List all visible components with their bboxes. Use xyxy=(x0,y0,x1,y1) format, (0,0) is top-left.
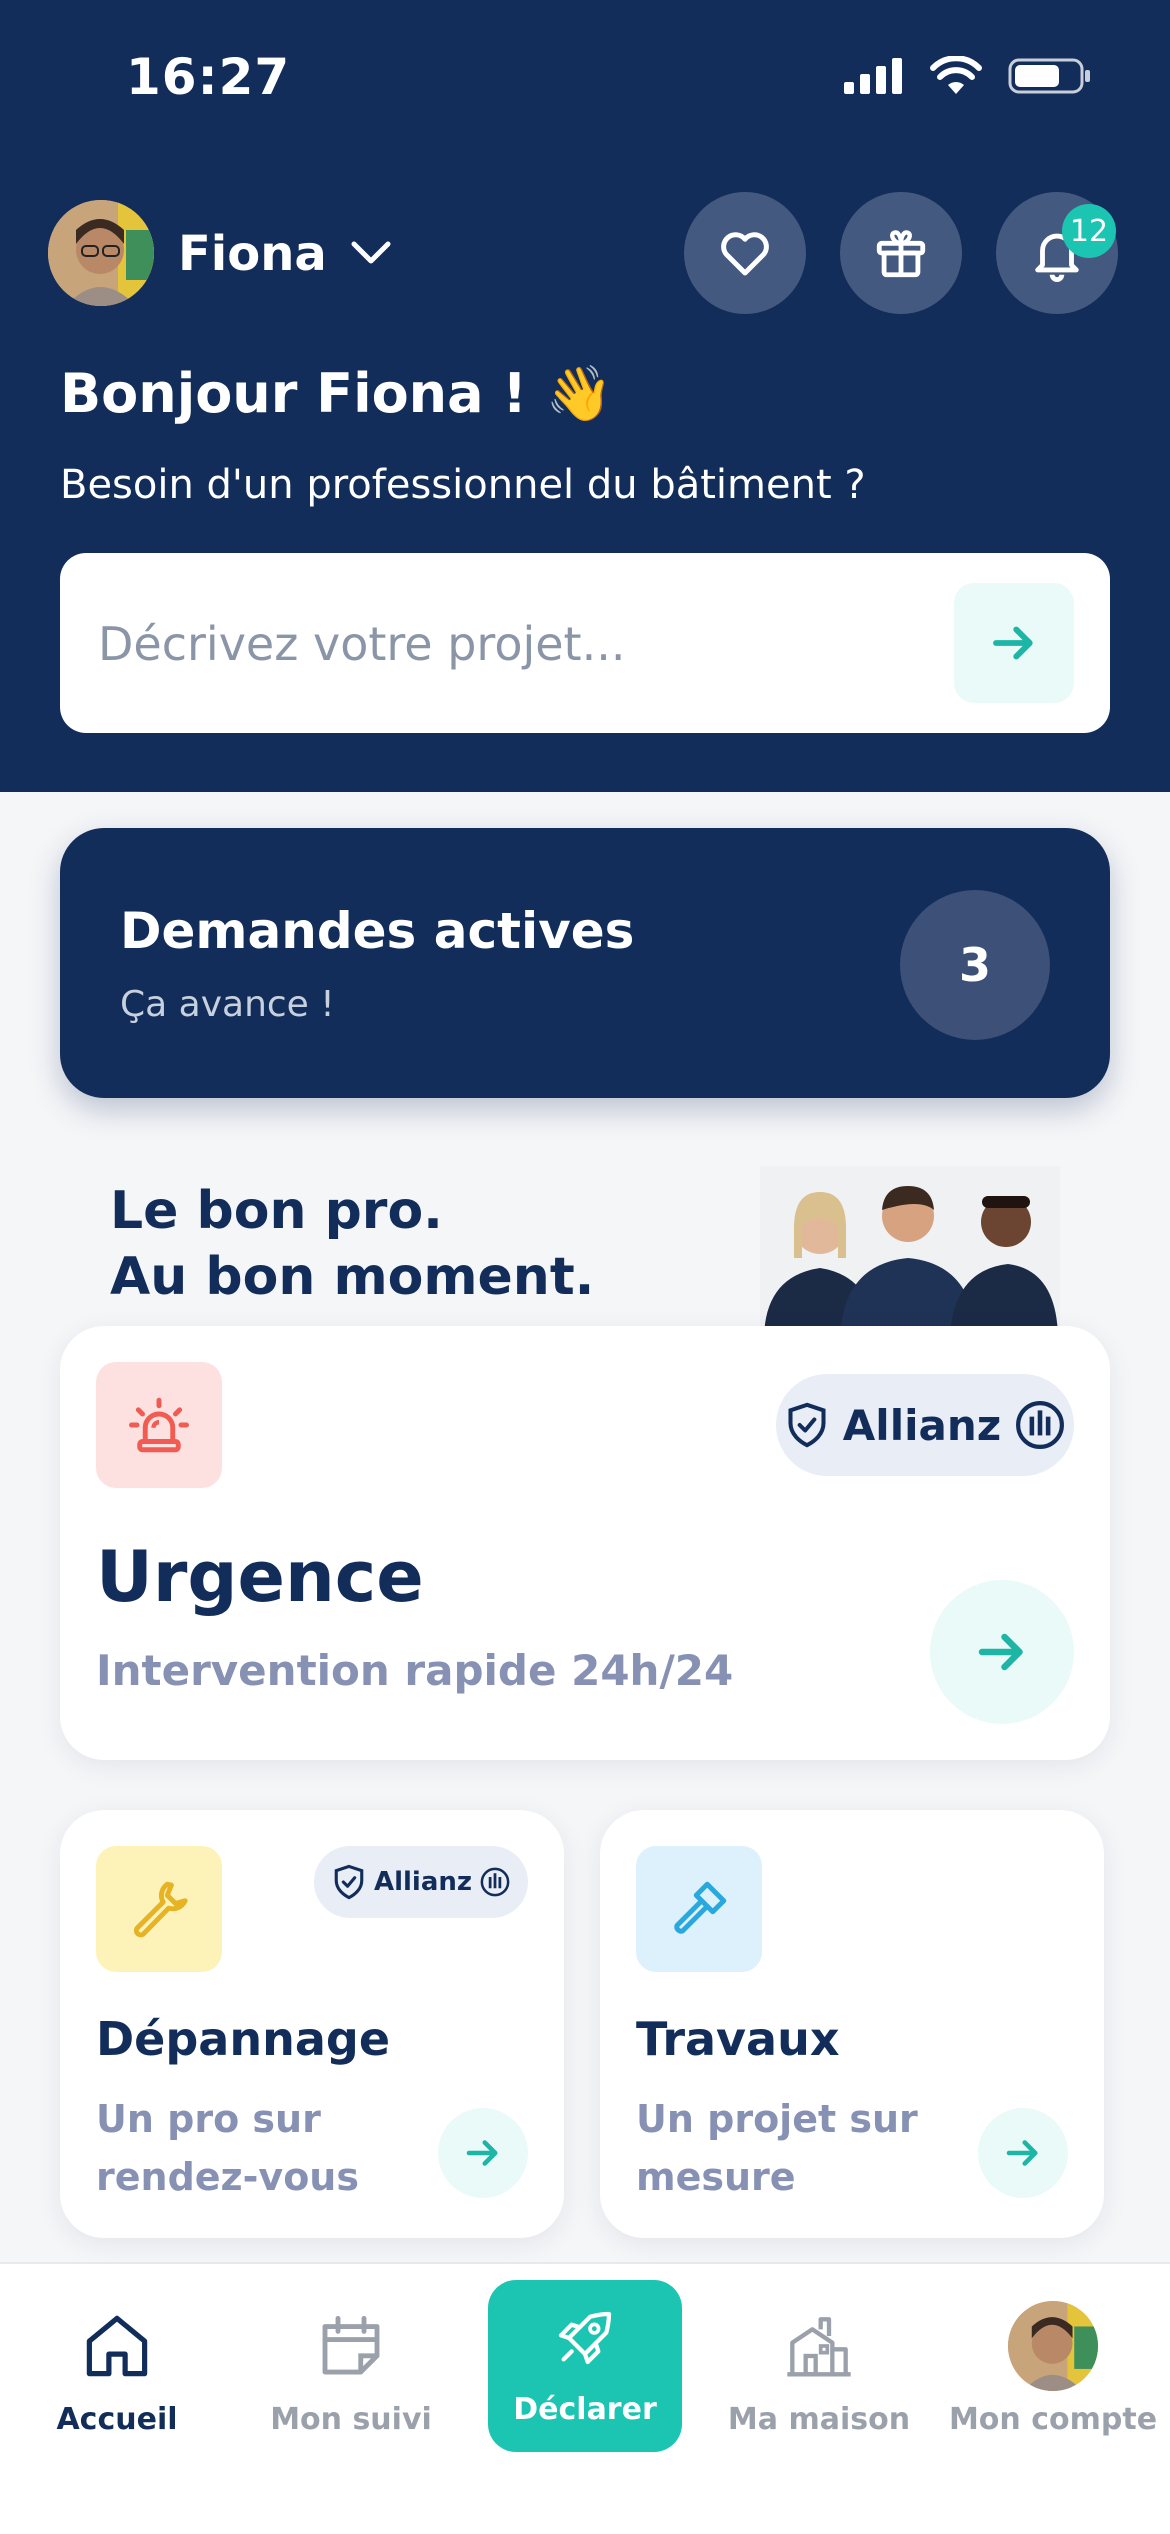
active-requests-card[interactable]: Demandes actives Ça avance ! 3 xyxy=(60,828,1110,1098)
tab-ma-maison[interactable]: Ma maison xyxy=(702,2264,936,2534)
project-search-box xyxy=(60,553,1110,735)
greeting-title: Bonjour Fiona ! 👋 xyxy=(60,362,614,425)
depannage-title: Dépannage xyxy=(96,2012,391,2066)
account-avatar xyxy=(1008,2301,1098,2391)
declare-button[interactable]: Déclarer xyxy=(488,2280,682,2452)
heart-icon xyxy=(721,232,769,276)
allianz-badge-small: Allianz xyxy=(314,1846,528,1918)
travaux-subtitle-line-2: mesure xyxy=(636,2155,796,2199)
travaux-title: Travaux xyxy=(636,2012,840,2066)
search-submit-button[interactable] xyxy=(954,583,1074,703)
urgence-subtitle: Intervention rapide 24h/24 xyxy=(96,1646,734,1695)
promo-line-1: Le bon pro. xyxy=(110,1181,443,1241)
depannage-arrow-button[interactable] xyxy=(438,2108,528,2198)
tab-compte-icon-wrap xyxy=(936,2296,1170,2396)
greeting-subtitle: Besoin d'un professionnel du bâtiment ? xyxy=(60,462,866,508)
rocket-icon xyxy=(558,2311,612,2365)
hammer-icon xyxy=(674,1881,727,1934)
siren-icon xyxy=(129,1397,189,1453)
depannage-icon-box xyxy=(96,1846,222,1972)
arrow-right-icon xyxy=(1006,2140,1038,2166)
tab-ma-maison-label: Ma maison xyxy=(727,2402,911,2437)
profile-avatar[interactable] xyxy=(48,200,154,306)
status-time: 16:27 xyxy=(126,48,291,106)
active-requests-subtitle: Ça avance ! xyxy=(120,984,335,1025)
urgence-icon-box xyxy=(96,1362,222,1488)
travaux-card[interactable]: Travaux Un projet sur mesure xyxy=(600,1810,1104,2238)
tab-mon-suivi[interactable]: Mon suivi xyxy=(234,2264,468,2534)
avatar-image xyxy=(48,200,154,306)
bottom-tab-bar: Accueil Mon suivi Déclarer Ma maison Mon… xyxy=(0,2262,1170,2534)
battery-icon xyxy=(1008,58,1090,94)
arrow-right-icon xyxy=(993,626,1033,660)
urgence-title: Urgence xyxy=(96,1536,424,1618)
header: 16:27 Fiona 12 Bonjour Fiona ! 👋 Besoin … xyxy=(0,0,1170,792)
allianz-label: Allianz xyxy=(842,1400,1002,1450)
arrow-right-icon xyxy=(978,1633,1023,1671)
travaux-subtitle-line-1: Un projet sur xyxy=(636,2097,918,2141)
promo-headline: Le bon pro. Au bon moment. xyxy=(110,1178,594,1310)
shield-icon xyxy=(788,1402,826,1448)
signal-icon xyxy=(844,58,902,94)
calendar-icon xyxy=(322,2315,380,2375)
active-requests-title: Demandes actives xyxy=(120,902,635,960)
chevron-down-icon[interactable] xyxy=(348,230,394,276)
depannage-subtitle-line-2: rendez-vous xyxy=(96,2155,359,2199)
allianz-badge: Allianz xyxy=(776,1374,1074,1476)
notification-badge: 12 xyxy=(1062,204,1116,258)
urgence-card[interactable]: Allianz Urgence Intervention rapide 24h/… xyxy=(60,1326,1110,1760)
allianz-label-small: Allianz xyxy=(373,1867,473,1897)
urgence-arrow-button[interactable] xyxy=(930,1580,1074,1724)
tab-mon-compte[interactable]: Mon compte xyxy=(936,2264,1170,2534)
active-requests-count: 3 xyxy=(900,890,1050,1040)
home-icon xyxy=(86,2315,148,2377)
promo-line-2: Au bon moment. xyxy=(110,1247,595,1307)
travaux-arrow-button[interactable] xyxy=(978,2108,1068,2198)
shield-icon xyxy=(334,1864,364,1900)
allianz-logo-icon xyxy=(480,1867,510,1897)
status-icons xyxy=(844,56,1092,96)
gift-icon xyxy=(876,230,926,278)
tab-mon-suivi-label: Mon suivi xyxy=(270,2402,432,2437)
tab-suivi-icon-wrap xyxy=(234,2296,468,2396)
profile-name[interactable]: Fiona xyxy=(178,226,327,282)
depannage-subtitle: Un pro sur rendez-vous xyxy=(96,2090,359,2206)
favorites-button[interactable] xyxy=(684,192,806,314)
depannage-subtitle-line-1: Un pro sur xyxy=(96,2097,321,2141)
arrow-right-icon xyxy=(466,2140,498,2166)
account-avatar-image xyxy=(1008,2301,1098,2391)
professionals-image xyxy=(760,1166,1060,1336)
gift-button[interactable] xyxy=(840,192,962,314)
tab-accueil-icon-wrap xyxy=(0,2296,234,2396)
travaux-icon-box xyxy=(636,1846,762,1972)
house-icon xyxy=(787,2317,851,2377)
tab-maison-icon-wrap xyxy=(702,2296,936,2396)
travaux-subtitle: Un projet sur mesure xyxy=(636,2090,918,2206)
wifi-icon xyxy=(930,56,982,94)
wrench-icon xyxy=(133,1881,188,1938)
declare-label: Déclarer xyxy=(513,2392,657,2427)
project-search-input[interactable] xyxy=(96,553,970,735)
tab-mon-compte-label: Mon compte xyxy=(948,2402,1158,2437)
tab-accueil[interactable]: Accueil xyxy=(0,2264,234,2534)
depannage-card[interactable]: Allianz Dépannage Un pro sur rendez-vous xyxy=(60,1810,564,2238)
allianz-logo-icon xyxy=(1016,1401,1065,1449)
tab-accueil-label: Accueil xyxy=(56,2402,178,2437)
